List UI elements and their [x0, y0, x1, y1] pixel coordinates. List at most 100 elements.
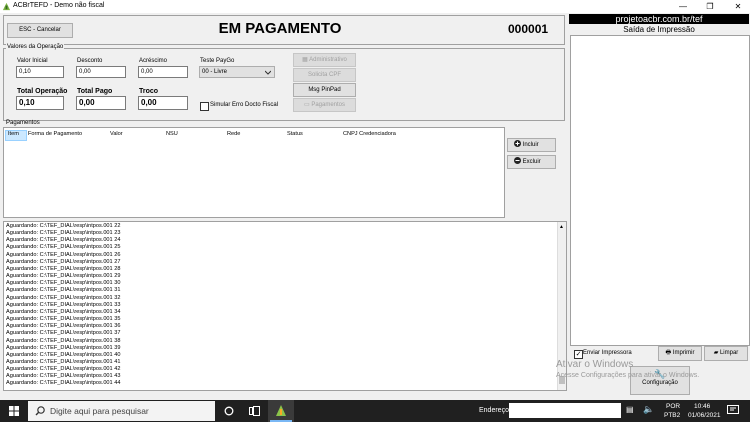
- task-view-icon[interactable]: [249, 406, 260, 416]
- pagamentos-button[interactable]: ▭ Pagamentos: [293, 98, 356, 112]
- app-icon: [2, 2, 11, 11]
- volume-icon[interactable]: 🔈: [643, 404, 654, 415]
- imprimir-button[interactable]: 🖶 Imprimir: [658, 346, 702, 361]
- notification-icon[interactable]: [727, 405, 739, 416]
- msg-pinpad-button[interactable]: Msg PinPad: [293, 83, 356, 97]
- network-icon[interactable]: ▤: [626, 405, 634, 414]
- enviar-impressora-checkbox[interactable]: ✓: [574, 350, 583, 359]
- log-line: Aguardando: C:\TEF_DIAL\resp\intpos.001 …: [6, 223, 121, 229]
- administrativo-label: Administrativo: [309, 57, 347, 63]
- col-cnpj[interactable]: CNPJ Credenciadora: [343, 131, 396, 137]
- windows-start-icon[interactable]: [9, 406, 19, 416]
- endereco-label: Endereço: [479, 407, 509, 414]
- expand-tray-icon[interactable]: ˄: [603, 405, 608, 414]
- close-button[interactable]: ✕: [727, 0, 749, 13]
- log-line: Aguardando: C:\TEF_DIAL\resp\intpos.001 …: [6, 273, 121, 280]
- total-operacao-input: 0,10: [16, 96, 64, 110]
- banner: projetoacbr.com.br/tef: [569, 14, 749, 24]
- clock-time[interactable]: 10:46: [694, 403, 710, 410]
- title-bar: ACBrTEFD - Demo não fiscal — ❐ ✕: [0, 0, 750, 13]
- log-line: Aguardando: C:\TEF_DIAL\resp\intpos.001 …: [6, 294, 121, 301]
- simular-erro-label: Simular Erro Docto Fiscal: [210, 102, 279, 108]
- total-pago-label: Total Pago: [77, 88, 113, 95]
- plus-circle-icon: [514, 140, 521, 147]
- task-view-circle-icon[interactable]: [224, 406, 234, 416]
- incluir-label: Incluir: [522, 142, 539, 148]
- log-line: Aguardando: C:\TEF_DIAL\resp\intpos.001 …: [6, 280, 121, 287]
- excluir-label: Excluir: [522, 159, 541, 165]
- log-line: Aguardando: C:\TEF_DIAL\resp\intpos.001 …: [6, 251, 121, 258]
- acrescimo-input[interactable]: 0,00: [138, 66, 188, 78]
- log-line: Aguardando: C:\TEF_DIAL\resp\intpos.001 …: [6, 373, 121, 380]
- esc-cancel-button[interactable]: ESC - Cancelar: [7, 23, 73, 38]
- valores-group-label: Valores da Operação: [6, 44, 65, 50]
- pagamentos-grid[interactable]: [3, 127, 505, 218]
- log-line: Aguardando: C:\TEF_DIAL\resp\intpos.001 …: [6, 287, 121, 294]
- search-icon: [35, 406, 45, 416]
- maximize-button[interactable]: ❐: [699, 0, 721, 13]
- window-title: ACBrTEFD - Demo não fiscal: [13, 2, 105, 9]
- log-lines: Aguardando: C:\TEF_DIAL\resp\intpos.001 …: [4, 222, 566, 388]
- taskbar-search-placeholder: Digite aqui para pesquisar: [50, 406, 149, 416]
- minus-circle-icon: [514, 157, 521, 164]
- col-status[interactable]: Status: [287, 131, 303, 137]
- valor-inicial-input[interactable]: 0,10: [16, 66, 64, 78]
- language-indicator[interactable]: POR: [666, 403, 680, 410]
- operation-counter: 000001: [508, 22, 549, 36]
- chevron-down-icon: [265, 70, 271, 75]
- log-line: Aguardando: C:\TEF_DIAL\resp\intpos.001 …: [6, 344, 121, 351]
- log-line: Aguardando: C:\TEF_DIAL\resp\intpos.001 …: [6, 230, 121, 237]
- teste-paygo-value: 00 - Livre: [202, 69, 228, 75]
- log-line: Aguardando: C:\TEF_DIAL\resp\intpos.001 …: [6, 258, 121, 265]
- clock-date[interactable]: 01/06/2021: [688, 412, 721, 419]
- limpar-button[interactable]: ▰ Limpar: [704, 346, 748, 361]
- scroll-up-icon[interactable]: ▲: [559, 224, 564, 230]
- log-line: Aguardando: C:\TEF_DIAL\resp\intpos.001 …: [6, 265, 121, 272]
- simular-erro-checkbox[interactable]: [200, 102, 209, 111]
- troco-label: Troco: [139, 88, 159, 95]
- log-line: Aguardando: C:\TEF_DIAL\resp\intpos.001 …: [6, 308, 121, 315]
- log-line: Aguardando: C:\TEF_DIAL\resp\intpos.001 …: [6, 380, 121, 387]
- teste-paygo-select[interactable]: 00 - Livre: [199, 66, 275, 78]
- col-item[interactable]: Item: [5, 130, 27, 141]
- excluir-button[interactable]: Excluir: [507, 155, 556, 169]
- enviar-impressora-label: Enviar Impressora: [583, 350, 632, 356]
- imprimir-label: Imprimir: [672, 350, 695, 356]
- log-line: Aguardando: C:\TEF_DIAL\resp\intpos.001 …: [6, 366, 121, 373]
- saida-impressao-memo[interactable]: [570, 35, 750, 346]
- col-nsu[interactable]: NSU: [166, 131, 178, 137]
- log-line: Aguardando: C:\TEF_DIAL\resp\intpos.001 …: [6, 351, 121, 358]
- log-line: Aguardando: C:\TEF_DIAL\resp\intpos.001 …: [6, 337, 121, 344]
- log-line: Aguardando: C:\TEF_DIAL\resp\intpos.001 …: [6, 330, 121, 337]
- col-valor[interactable]: Valor: [110, 131, 123, 137]
- total-operacao-label: Total Operação: [17, 88, 68, 95]
- log-line: Aguardando: C:\TEF_DIAL\resp\intpos.001 …: [6, 323, 121, 330]
- administrativo-button[interactable]: ▦ Administrativo: [293, 53, 356, 67]
- acbr-app-icon: [276, 405, 286, 416]
- saida-title: Saída de Impressão: [623, 25, 695, 34]
- desconto-input[interactable]: 0,00: [76, 66, 126, 78]
- limpar-label: Limpar: [719, 350, 739, 356]
- configuracao-button[interactable]: 🔧 Configuração: [630, 366, 690, 395]
- log-line: Aguardando: C:\TEF_DIAL\resp\intpos.001 …: [6, 358, 121, 365]
- log-memo[interactable]: Aguardando: C:\TEF_DIAL\resp\intpos.001 …: [3, 221, 567, 391]
- log-line: Aguardando: C:\TEF_DIAL\resp\intpos.001 …: [6, 301, 121, 308]
- desconto-label: Desconto: [77, 58, 103, 64]
- solicita-cpf-button[interactable]: Solicita CPF: [293, 68, 356, 82]
- minimize-button[interactable]: —: [672, 0, 694, 13]
- col-forma-pagamento[interactable]: Forma de Pagamento: [28, 131, 82, 137]
- printer-icon: 🖶: [665, 350, 673, 356]
- col-rede[interactable]: Rede: [227, 131, 240, 137]
- taskbar-search-box[interactable]: Digite aqui para pesquisar: [28, 401, 215, 421]
- log-line: Aguardando: C:\TEF_DIAL\resp\intpos.001 …: [6, 237, 121, 244]
- keyboard-layout-indicator[interactable]: PTB2: [664, 412, 680, 419]
- acrescimo-label: Acréscimo: [139, 58, 168, 64]
- incluir-button[interactable]: Incluir: [507, 138, 556, 152]
- log-line: Aguardando: C:\TEF_DIAL\resp\intpos.001 …: [6, 244, 121, 251]
- pagamentos-label: Pagamentos: [311, 102, 346, 108]
- total-pago-input: 0,00: [76, 96, 126, 110]
- valor-inicial-label: Valor Inicial: [17, 58, 48, 64]
- activation-watermark-title: Ativar o Windows: [556, 359, 634, 370]
- taskbar: Digite aqui para pesquisar Endereço ˄ ▤ …: [0, 400, 750, 422]
- taskbar-app-acbr[interactable]: [268, 400, 294, 422]
